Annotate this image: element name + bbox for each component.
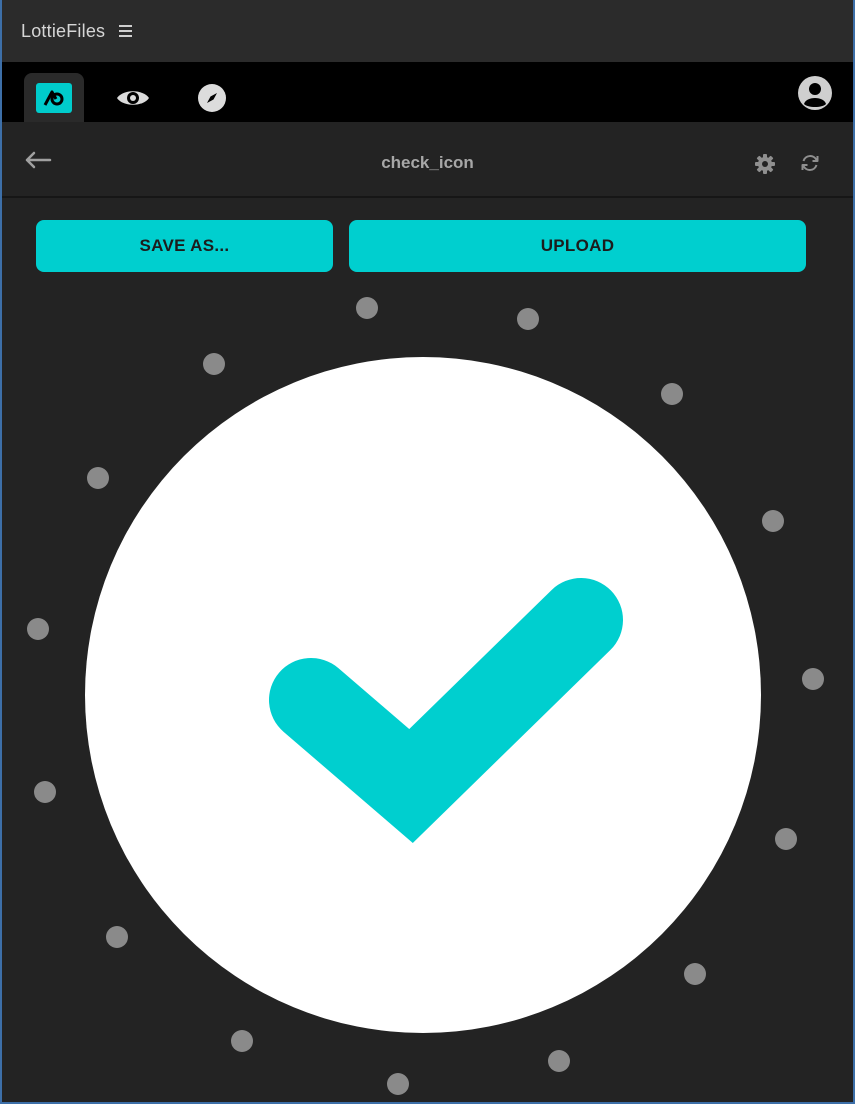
gear-icon[interactable]: [754, 153, 776, 175]
particle-dot: [762, 510, 784, 532]
user-avatar-icon[interactable]: [797, 75, 833, 111]
particle-dot: [356, 297, 378, 319]
refresh-icon[interactable]: [799, 152, 821, 174]
particle-dot: [548, 1050, 570, 1072]
particle-dot: [517, 308, 539, 330]
app-title: LottieFiles: [21, 20, 106, 41]
check-circle: [85, 357, 761, 1033]
save-as-button[interactable]: SAVE AS...: [36, 220, 333, 272]
particle-dot: [775, 828, 797, 850]
particle-dot: [231, 1030, 253, 1052]
tab-bar: [2, 62, 853, 122]
particle-dot: [661, 383, 683, 405]
particle-dot: [34, 781, 56, 803]
particle-dot: [27, 618, 49, 640]
hamburger-icon[interactable]: [119, 25, 133, 37]
particle-dot: [387, 1073, 409, 1095]
check-icon: [269, 578, 623, 843]
tab-lottie[interactable]: [24, 73, 84, 122]
title-bar: LottieFiles: [2, 0, 853, 62]
particle-dot: [802, 668, 824, 690]
eye-icon: [117, 90, 149, 105]
page-title: check_icon: [381, 153, 474, 172]
lottie-logo-icon: [36, 82, 72, 113]
tab-discover[interactable]: [182, 73, 242, 122]
tab-preview[interactable]: [103, 73, 163, 122]
upload-button[interactable]: UPLOAD: [349, 220, 806, 272]
particle-dot: [203, 353, 225, 375]
page-header: check_icon: [2, 122, 853, 198]
plugin-window: LottieFiles check_icon SAVE AS... UPLOAD: [0, 0, 855, 1104]
particle-dot: [87, 467, 109, 489]
particle-dot: [106, 926, 128, 948]
compass-icon: [198, 83, 226, 112]
particle-dots: [27, 297, 824, 1095]
particle-dot: [684, 963, 706, 985]
